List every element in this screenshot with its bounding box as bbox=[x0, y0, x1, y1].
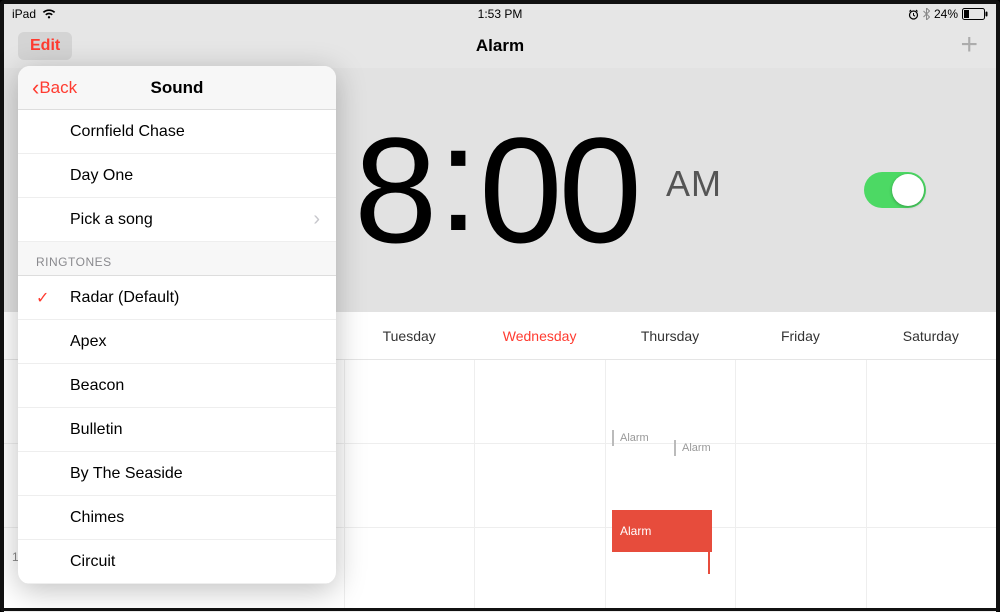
ringtone-row[interactable]: Beacon bbox=[18, 364, 336, 408]
alarm-status-icon bbox=[908, 9, 919, 20]
alarm-minutes: 00 bbox=[479, 115, 638, 265]
day-saturday[interactable]: Saturday bbox=[866, 312, 996, 359]
day-friday[interactable]: Friday bbox=[735, 312, 865, 359]
popover-header: ‹ Back Sound bbox=[18, 66, 336, 110]
ringtone-row[interactable]: Bulletin bbox=[18, 408, 336, 452]
ringtone-row[interactable]: Apex bbox=[18, 320, 336, 364]
bluetooth-icon bbox=[923, 8, 930, 20]
status-bar: iPad 1:53 PM 24% bbox=[4, 4, 996, 24]
toggle-knob bbox=[892, 174, 924, 206]
status-left: iPad bbox=[12, 7, 56, 21]
sound-popover: ‹ Back Sound Cornfield Chase Day One Pic… bbox=[18, 66, 336, 584]
back-label: Back bbox=[39, 78, 77, 98]
battery-icon bbox=[962, 8, 988, 20]
ringtones-section-header: RINGTONES bbox=[18, 242, 336, 276]
alarm-marker[interactable]: Alarm bbox=[674, 440, 711, 456]
back-button[interactable]: ‹ Back bbox=[32, 77, 77, 99]
day-thursday[interactable]: Thursday bbox=[605, 312, 735, 359]
sound-list: Cornfield Chase Day One Pick a song RING… bbox=[18, 110, 336, 584]
screen: iPad 1:53 PM 24% Edit Alarm + bbox=[0, 0, 1000, 612]
do-not-disturb-icon bbox=[893, 9, 904, 20]
day-wednesday[interactable]: Wednesday bbox=[474, 312, 604, 359]
alarm-block[interactable]: Alarm bbox=[612, 510, 712, 552]
checkmark-icon: ✓ bbox=[36, 288, 49, 308]
battery-percent: 24% bbox=[934, 7, 958, 21]
header: Edit Alarm + bbox=[4, 24, 996, 68]
alarm-hour: 8 bbox=[354, 115, 433, 265]
song-row[interactable]: Cornfield Chase bbox=[18, 110, 336, 154]
day-tuesday[interactable]: Tuesday bbox=[344, 312, 474, 359]
alarm-toggle[interactable] bbox=[864, 172, 926, 208]
ringtone-row[interactable]: By The Seaside bbox=[18, 452, 336, 496]
alarm-time: 8 : 00 bbox=[354, 115, 638, 265]
ringtone-row[interactable]: ✓ Radar (Default) bbox=[18, 276, 336, 320]
ringtone-row[interactable]: Circuit bbox=[18, 540, 336, 584]
page-title: Alarm bbox=[476, 36, 524, 56]
wifi-icon bbox=[42, 9, 56, 19]
alarm-colon: : bbox=[437, 103, 475, 253]
pick-a-song-row[interactable]: Pick a song bbox=[18, 198, 336, 242]
chevron-left-icon: ‹ bbox=[32, 77, 39, 99]
add-alarm-button[interactable]: + bbox=[960, 30, 978, 60]
device-label: iPad bbox=[12, 7, 36, 21]
popover-title: Sound bbox=[151, 78, 204, 98]
alarm-ampm: AM bbox=[666, 163, 722, 205]
alarm-marker[interactable]: Alarm bbox=[612, 430, 649, 446]
song-row[interactable]: Day One bbox=[18, 154, 336, 198]
ringtone-row[interactable]: Chimes bbox=[18, 496, 336, 540]
alarm-block-handle[interactable] bbox=[708, 552, 710, 574]
ringtone-label: Radar (Default) bbox=[70, 289, 179, 307]
status-time: 1:53 PM bbox=[478, 7, 523, 21]
status-right: 24% bbox=[893, 7, 988, 21]
edit-button[interactable]: Edit bbox=[18, 32, 72, 60]
